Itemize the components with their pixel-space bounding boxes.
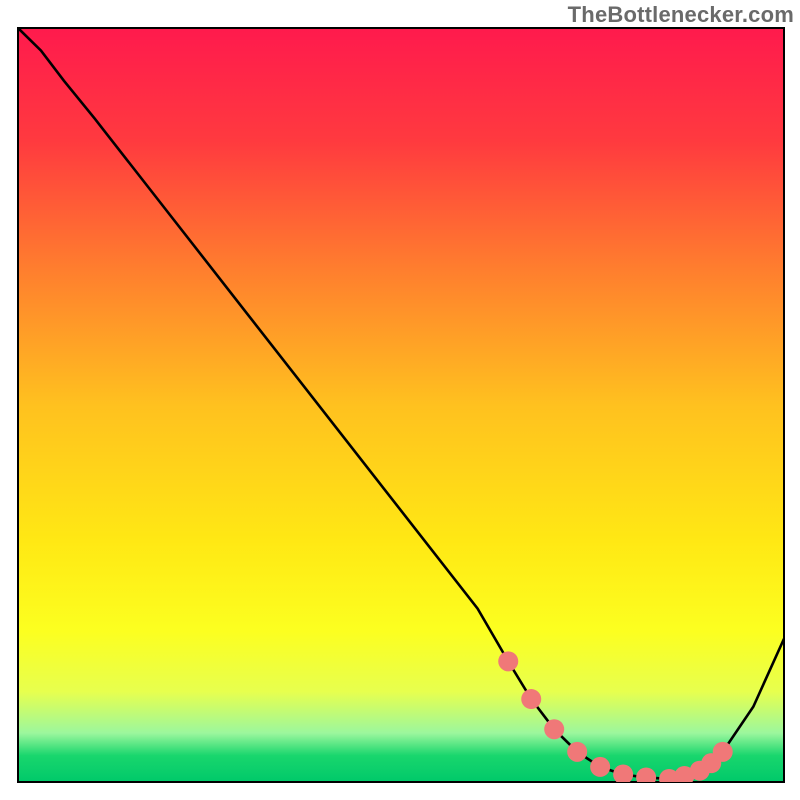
series-marker [590,757,610,777]
watermark-label: TheBottlenecker.com [568,2,794,28]
series-marker [713,742,733,762]
chart-plot [0,0,800,800]
series-marker [567,742,587,762]
series-marker [498,651,518,671]
series-marker [544,719,564,739]
series-marker [613,764,633,784]
series-marker [521,689,541,709]
series-marker [636,767,656,787]
chart-container: TheBottlenecker.com [0,0,800,800]
background-gradient [18,28,784,782]
